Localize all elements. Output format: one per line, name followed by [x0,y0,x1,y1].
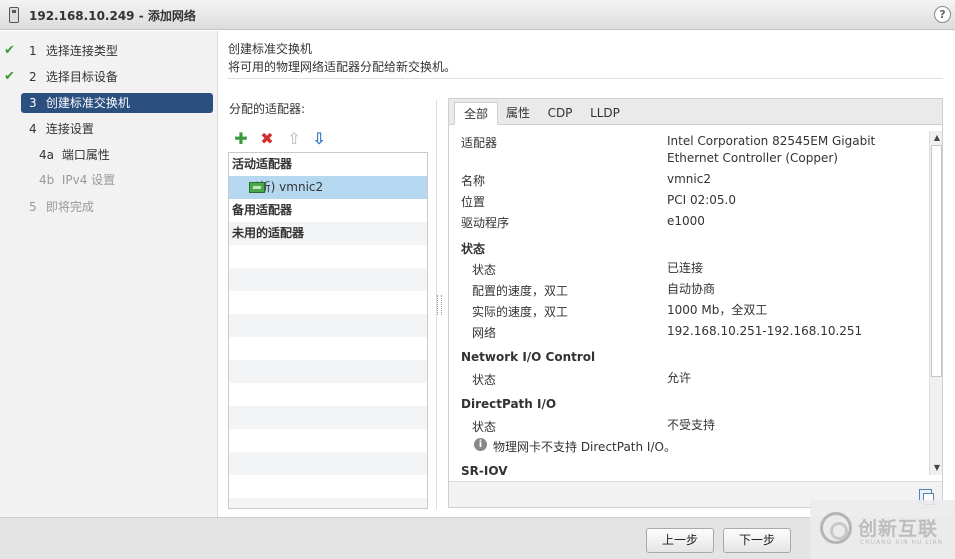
prop-key-configured-speed: 配置的速度，双工 [472,284,569,298]
prop-key-network: 网络 [472,326,497,340]
prop-value-nioc-status: 允许 [667,371,692,385]
list-item [229,498,427,508]
watermark: 创新互联 CHUANG XIN HU LIAN [810,500,955,559]
move-up-icon: ⇧ [287,129,301,148]
list-item [229,452,427,475]
step-connection-settings[interactable]: 4 连接设置 [21,119,213,139]
step-ipv4-settings: 4b IPv4 设置 [21,170,213,190]
page-header: 创建标准交换机 将可用的物理网络适配器分配给新交换机。 [219,31,955,79]
details-tabs: 全部 属性 CDP LLDP [449,99,942,125]
panel-splitter[interactable] [436,100,442,509]
prop-value-driver: e1000 [667,214,705,228]
scroll-down-arrow-icon[interactable]: ▼ [932,463,942,473]
step-number: 4 [29,122,37,136]
section-sr-iov: SR-IOV [461,464,508,478]
tab-cdp[interactable]: CDP [541,102,579,125]
step-label: 选择目标设备 [45,70,118,84]
step-number: 5 [29,200,37,214]
step-label: 选择连接类型 [45,44,118,58]
prop-key-name: 名称 [461,174,486,188]
checkmark-icon: ✔ [4,69,15,84]
step-number: 3 [29,96,37,110]
step-number: 4b [39,173,55,187]
prop-value-network: 192.168.10.251-192.168.10.251 [667,324,863,338]
directpath-info-text: 物理网卡不支持 DirectPath I/O。 [493,440,676,454]
prop-key-directpath-status: 状态 [472,420,497,434]
prop-value-actual-speed: 1000 Mb，全双工 [667,303,768,317]
prop-value-adapter: Intel Corporation 82545EM Gigabit Ethern… [667,134,876,165]
checkmark-icon: ✔ [4,43,15,58]
step-number: 1 [29,44,37,58]
section-status: 状态 [461,242,486,256]
adapter-list[interactable]: 活动适配器 (新) vmnic2 备用适配器 未用的适配器 [228,152,428,509]
prop-key-nioc-status: 状态 [472,373,497,387]
watermark-logo-icon [820,512,852,544]
prop-value-location: PCI 02:05.0 [667,193,736,207]
step-label: 创建标准交换机 [45,96,130,110]
list-item [229,291,427,314]
prop-key-actual-speed: 实际的速度，双工 [472,305,569,319]
scrollbar-thumb[interactable] [931,145,942,377]
remove-icon[interactable]: ✖ [258,130,276,148]
properties-list: 适配器 Intel Corporation 82545EM Gigabit Et… [449,126,929,480]
help-icon[interactable]: ? [934,6,951,23]
list-item [229,337,427,360]
step-ready-to-complete: 5 即将完成 [21,197,213,217]
move-down-icon[interactable]: ⇩ [310,130,328,148]
group-unused-adapters: 未用的适配器 [229,222,427,245]
server-icon [9,7,19,23]
assigned-adapters-label: 分配的适配器: [229,102,306,116]
details-scrollbar[interactable]: ▲ ▼ [929,131,942,475]
list-item [229,268,427,291]
title-bar: 192.168.10.249 - 添加网络 ? [0,0,955,30]
step-label: 端口属性 [61,148,110,162]
adapter-details-panel: 全部 属性 CDP LLDP 适配器 Intel Corporation 825… [448,98,943,508]
list-item [229,245,427,268]
divider [227,78,943,79]
page-title: 创建标准交换机 [228,42,313,56]
list-item [229,314,427,337]
prop-value-name: vmnic2 [667,172,711,186]
step-port-properties[interactable]: 4a 端口属性 [21,145,213,165]
scroll-up-arrow-icon[interactable]: ▲ [932,133,942,143]
tab-lldp[interactable]: LLDP [583,102,627,125]
step-select-target-device[interactable]: ✔ 2 选择目标设备 [4,67,213,87]
prop-key-location: 位置 [461,195,486,209]
back-button[interactable]: 上一步 [646,528,714,553]
prop-key-adapter: 适配器 [461,136,498,150]
add-icon[interactable]: ✚ [232,130,250,148]
group-active-adapters: 活动适配器 [232,157,293,171]
page-description: 将可用的物理网络适配器分配给新交换机。 [228,60,457,74]
step-label: 连接设置 [45,122,94,136]
prop-key-driver: 驱动程序 [461,216,510,230]
step-number: 4a [39,148,54,162]
prop-key-status: 状态 [472,263,497,277]
step-number: 2 [29,70,37,84]
prop-value-status: 已连接 [667,261,704,275]
next-button[interactable]: 下一步 [723,528,791,553]
step-select-connection-type[interactable]: ✔ 1 选择连接类型 [4,41,213,61]
list-item [229,406,427,429]
list-item [229,383,427,406]
step-label: IPv4 设置 [61,173,116,187]
window-title: 192.168.10.249 - 添加网络 [29,9,196,23]
list-item [229,475,427,498]
info-icon: i [474,438,487,451]
list-item [229,360,427,383]
prop-value-configured-speed: 自动协商 [667,282,716,296]
watermark-text: 创新互联 [858,518,939,540]
step-create-standard-switch[interactable]: 3 创建标准交换机 [21,93,213,113]
section-network-io-control: Network I/O Control [461,350,596,364]
step-label: 即将完成 [45,200,94,214]
watermark-subtext: CHUANG XIN HU LIAN [860,539,944,546]
network-adapter-icon [249,182,265,193]
tab-properties[interactable]: 属性 [499,102,537,125]
tab-all[interactable]: 全部 [454,102,498,125]
prop-value-directpath-status: 不受支持 [667,418,716,432]
wizard-steps: ✔ 1 选择连接类型 ✔ 2 选择目标设备 3 创建标准交换机 4 连接设置 4… [0,31,218,517]
group-standby-adapters: 备用适配器 [232,203,293,217]
list-item [229,429,427,452]
adapter-row-vmnic2[interactable]: (新) vmnic2 [229,176,427,199]
section-directpath-io: DirectPath I/O [461,397,557,411]
